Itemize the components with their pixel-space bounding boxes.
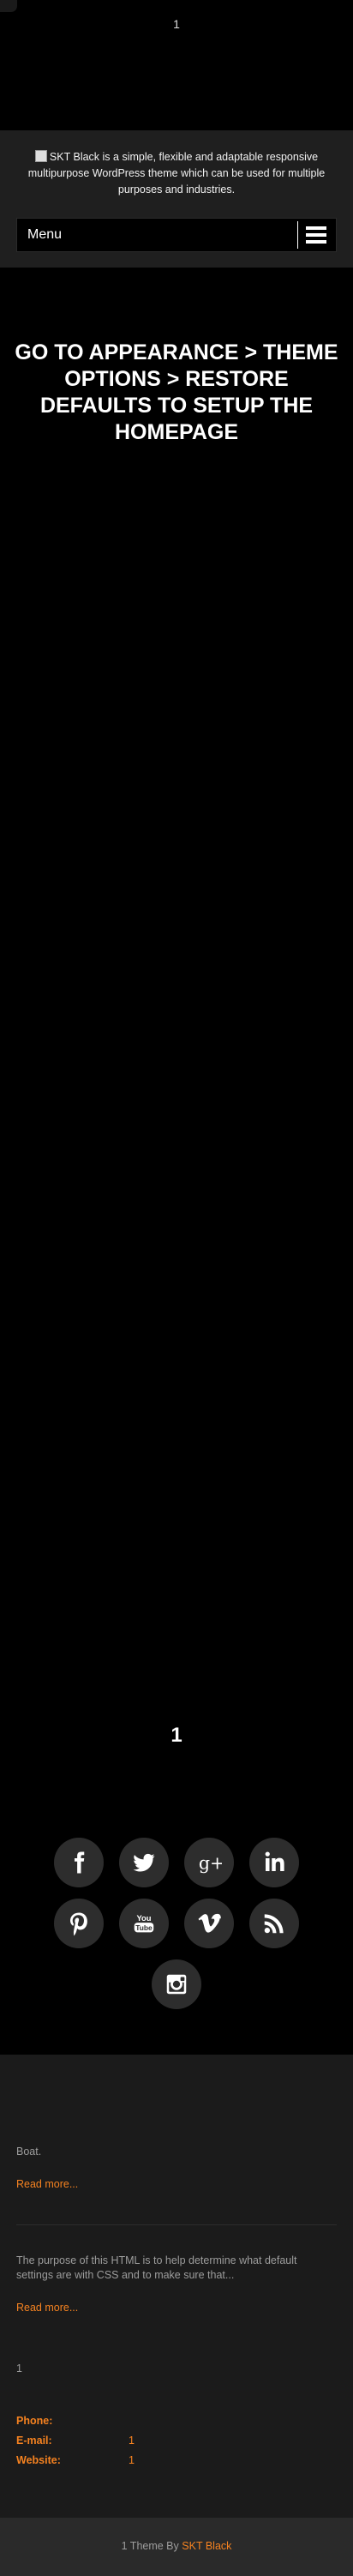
twitter-icon[interactable] bbox=[119, 1838, 169, 1887]
website-value[interactable]: 1 bbox=[129, 2454, 135, 2466]
footer-theme-link[interactable]: SKT Black bbox=[182, 2540, 231, 2552]
section-number: 1 bbox=[171, 1724, 182, 1747]
site-logo[interactable]: SKT Black is a simple, flexible and adap… bbox=[26, 149, 327, 198]
post-excerpt: The purpose of this HTML is to help dete… bbox=[16, 2254, 297, 2281]
youtube-icon[interactable]: You Tube bbox=[119, 1899, 169, 1948]
vimeo-icon[interactable] bbox=[184, 1899, 234, 1948]
phone-label: Phone: bbox=[16, 2415, 53, 2427]
content-band bbox=[0, 2055, 353, 2518]
logo-alt-text: SKT Black is a simple, flexible and adap… bbox=[27, 151, 326, 196]
broken-image-icon bbox=[34, 150, 47, 162]
contact-number: 1 bbox=[16, 2362, 22, 2374]
email-value[interactable]: 1 bbox=[129, 2435, 135, 2447]
corner-tab bbox=[0, 0, 17, 12]
svg-text:g+: g+ bbox=[199, 1853, 222, 1874]
read-more-link[interactable]: Read more... bbox=[16, 2178, 78, 2190]
top-number: 1 bbox=[173, 17, 180, 31]
menu-divider bbox=[297, 221, 298, 249]
email-label: E-mail: bbox=[16, 2435, 52, 2447]
mobile-menu-bar[interactable]: Menu bbox=[16, 218, 337, 252]
pinterest-icon[interactable] bbox=[54, 1899, 104, 1948]
read-more-link[interactable]: Read more... bbox=[16, 2302, 78, 2314]
hamburger-icon[interactable] bbox=[306, 226, 326, 244]
website-label: Website: bbox=[16, 2454, 61, 2466]
hero-title: GO TO APPEARANCE > THEME OPTIONS > RESTO… bbox=[15, 340, 338, 444]
google-plus-icon[interactable]: g+ bbox=[184, 1838, 234, 1887]
footer-credit: 1 Theme By SKT Black bbox=[0, 2540, 353, 2552]
post-excerpt: Boat. bbox=[16, 2146, 42, 2158]
svg-text:You: You bbox=[137, 1914, 152, 1923]
instagram-icon[interactable] bbox=[152, 1959, 201, 2009]
rss-icon[interactable] bbox=[249, 1899, 299, 1948]
svg-text:Tube: Tube bbox=[135, 1923, 153, 1932]
menu-label: Menu bbox=[27, 227, 63, 242]
post-divider bbox=[16, 2224, 337, 2225]
linkedin-icon[interactable] bbox=[249, 1838, 299, 1887]
facebook-icon[interactable] bbox=[54, 1838, 104, 1887]
footer-prefix: 1 Theme By bbox=[121, 2540, 179, 2552]
